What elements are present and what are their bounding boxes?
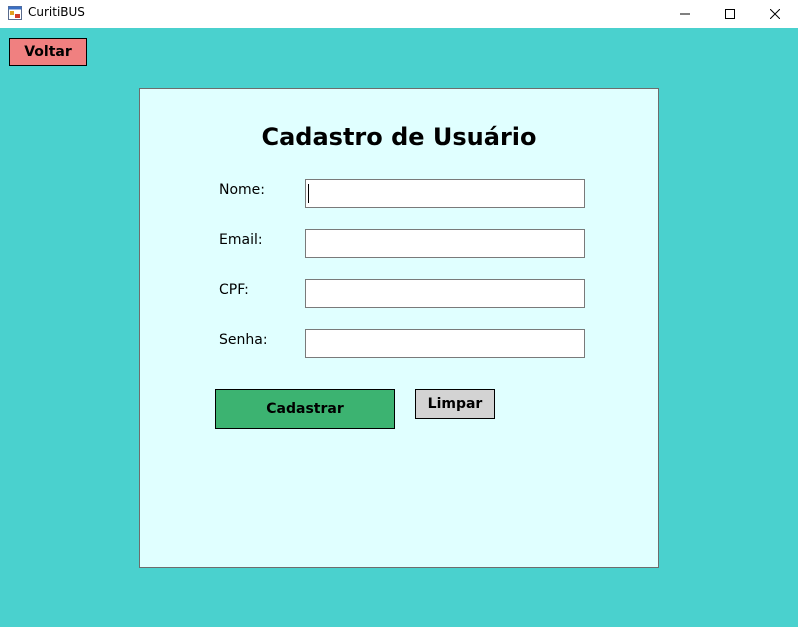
close-icon (770, 9, 780, 19)
app-form-icon (8, 6, 22, 20)
title-bar: CuritiBUS (0, 0, 798, 28)
register-button[interactable]: Cadastrar (215, 389, 395, 429)
cpf-input[interactable] (305, 279, 585, 308)
back-button[interactable]: Voltar (9, 38, 87, 66)
maximize-button[interactable] (707, 0, 753, 28)
name-label: Nome: (219, 182, 266, 198)
text-caret (308, 184, 309, 203)
clear-button[interactable]: Limpar (415, 389, 495, 419)
window-client-area: Voltar Cadastro de Usuário Nome: Email: … (0, 28, 798, 627)
window-title: CuritiBUS (28, 5, 85, 19)
minimize-icon (680, 13, 690, 15)
email-label: Email: (219, 232, 263, 248)
registration-panel: Cadastro de Usuário Nome: Email: CPF: Se… (139, 88, 659, 568)
name-input[interactable] (305, 179, 585, 208)
form-title: Cadastro de Usuário (261, 123, 537, 151)
password-label: Senha: (219, 332, 268, 348)
minimize-button[interactable] (662, 0, 708, 28)
cpf-label: CPF: (219, 282, 249, 298)
close-button[interactable] (752, 0, 798, 28)
email-input[interactable] (305, 229, 585, 258)
password-input[interactable] (305, 329, 585, 358)
maximize-icon (725, 9, 735, 19)
